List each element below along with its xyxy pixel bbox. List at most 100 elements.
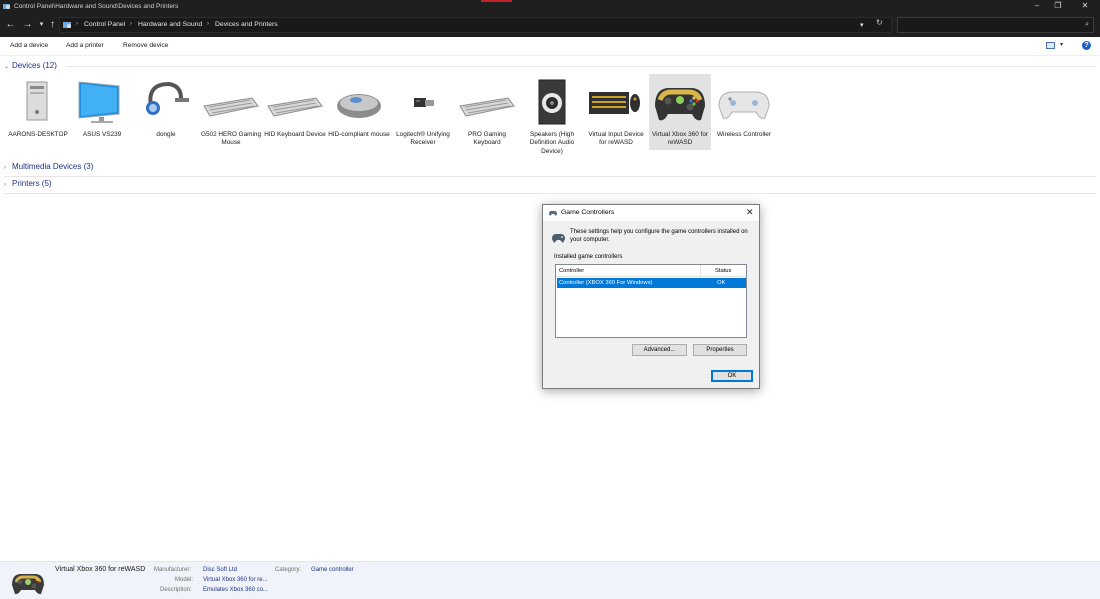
title-accent-bar (481, 0, 512, 2)
device-label: HID-compliant mouse (328, 131, 390, 138)
up-button[interactable]: ↑ (47, 19, 58, 30)
device-tile[interactable]: Wireless Controller (713, 74, 775, 150)
dialog-description: These settings help you configure the ga… (570, 229, 748, 243)
view-options-dropdown[interactable]: ▾ (1060, 41, 1063, 48)
installed-controllers-label: Installed game controllers (554, 254, 623, 260)
column-header-status[interactable]: Status (700, 265, 746, 277)
dialog-title: Game Controllers (561, 209, 615, 216)
device-label: HID Keyboard Device (264, 131, 326, 138)
command-bar: Add a device Add a printer Remove device… (0, 37, 1100, 56)
add-device-button[interactable]: Add a device (10, 42, 48, 49)
control-panel-icon (3, 4, 10, 9)
group-divider (4, 193, 1096, 194)
change-view-icon[interactable] (1046, 42, 1055, 49)
xbox-controller-icon (655, 88, 705, 121)
monitor-icon (78, 81, 120, 123)
remove-device-button[interactable]: Remove device (123, 42, 168, 49)
usb-receiver-icon (414, 98, 434, 107)
forward-button[interactable]: → (22, 19, 33, 30)
list-item[interactable]: Controller (XBOX 360 For Windows) OK (557, 278, 746, 288)
recent-locations-button[interactable]: ▾ (36, 19, 47, 30)
computer-tower-icon (26, 81, 48, 121)
group-multimedia-header[interactable]: › Multimedia Devices (3) (4, 162, 93, 171)
chevron-right-icon: › (4, 182, 6, 188)
manufacturer-label: Manufacturer: (154, 567, 192, 573)
device-label: Logitech® Unifying Receiver (396, 131, 450, 147)
device-tile[interactable]: Virtual Input Device for reWASD (585, 74, 647, 150)
group-divider (4, 176, 1096, 177)
device-label: Speakers (High Definition Audio Device) (529, 131, 575, 155)
keyboard-icon (203, 97, 259, 117)
dialog-close-button[interactable]: ✕ (746, 207, 754, 218)
mouse-icon (337, 94, 381, 118)
advanced-button[interactable]: Advanced... (632, 344, 687, 356)
breadcrumb-devices-and-printers[interactable]: Devices and Printers (215, 21, 278, 28)
device-tile[interactable]: ASUS VS239 (71, 74, 133, 150)
device-tile[interactable]: Virtual Xbox 360 for reWASD (649, 74, 711, 150)
model-label: Model: (175, 577, 194, 583)
selected-device-name: Virtual Xbox 360 for reWASD (55, 566, 146, 573)
column-header-controller[interactable]: Controller (559, 268, 584, 274)
device-label: PRO Gaming Keyboard (467, 131, 506, 147)
device-label: Virtual Xbox 360 for reWASD (651, 131, 708, 147)
controller-name: Controller (XBOX 360 For Windows) (559, 279, 653, 286)
breadcrumb-separator: › (130, 21, 132, 27)
address-dropdown-button[interactable]: ▾ (860, 21, 863, 29)
xbox-controller-icon (12, 574, 44, 595)
description-label: Description: (160, 587, 192, 593)
details-pane: Virtual Xbox 360 for reWASD Manufacturer… (0, 561, 1100, 599)
device-label: Wireless Controller (717, 131, 771, 138)
device-tile[interactable]: G502 HERO Gaming Mouse (200, 74, 262, 150)
breadcrumb-separator: › (76, 21, 78, 27)
group-printers-label: Printers (5) (12, 179, 52, 188)
device-label: Virtual Input Device for reWASD (588, 131, 644, 147)
refresh-button[interactable]: ↻ (876, 18, 883, 27)
keyboard-mouse-icon (589, 92, 640, 114)
title-bar: Control Panel\Hardware and Sound\Devices… (0, 0, 1100, 13)
breadcrumb-control-panel[interactable]: Control Panel (84, 21, 125, 28)
address-toolbar: ← → ▾ ↑ › Control Panel › Hardware and S… (0, 13, 1100, 37)
restore-button[interactable]: ❐ (1051, 1, 1065, 12)
device-tile[interactable]: PRO Gaming Keyboard (456, 74, 518, 150)
window-title: Control Panel\Hardware and Sound\Devices… (14, 3, 179, 10)
properties-button[interactable]: Properties (693, 344, 747, 356)
device-tile[interactable]: Speakers (High Definition Audio Device) (521, 74, 583, 155)
device-tile[interactable]: AARONS-DESKTOP (7, 74, 69, 150)
control-panel-icon (63, 22, 71, 28)
breadcrumb-hardware-and-sound[interactable]: Hardware and Sound (138, 21, 202, 28)
back-button[interactable]: ← (5, 19, 16, 30)
search-icon: ⌕ (1085, 21, 1089, 28)
keyboard-icon (267, 97, 323, 117)
breadcrumb[interactable]: › Control Panel › Hardware and Sound › D… (59, 17, 892, 33)
chevron-down-icon: ⌄ (4, 64, 10, 70)
dialog-title-bar[interactable]: Game Controllers ✕ (543, 205, 759, 221)
device-tile[interactable]: HID Keyboard Device (264, 74, 326, 150)
help-icon[interactable]: ? (1082, 41, 1091, 50)
game-controller-icon (552, 234, 565, 243)
minimize-button[interactable]: – (1030, 1, 1044, 12)
ok-button[interactable]: OK (711, 370, 753, 382)
list-header: Controller Status (556, 265, 746, 277)
chevron-right-icon: › (4, 165, 6, 171)
controllers-list[interactable]: Controller Status Controller (XBOX 360 F… (555, 264, 747, 338)
controller-status: OK (717, 279, 726, 286)
group-divider (66, 66, 1096, 67)
keyboard-icon (459, 97, 515, 117)
device-label: dongle (156, 131, 176, 138)
group-printers-header[interactable]: › Printers (5) (4, 179, 52, 188)
device-label: AARONS-DESKTOP (8, 131, 68, 138)
device-tile[interactable]: HID-compliant mouse (328, 74, 390, 150)
game-controller-icon (549, 211, 557, 216)
group-devices-header[interactable]: ⌄ Devices (12) (4, 61, 57, 70)
add-printer-button[interactable]: Add a printer (66, 42, 104, 49)
close-button[interactable]: ✕ (1078, 1, 1092, 12)
breadcrumb-separator: › (207, 21, 209, 27)
device-label: ASUS VS239 (82, 131, 122, 138)
description-value: Emulates Xbox 360 co... (203, 587, 269, 593)
search-input[interactable]: ⌕ (897, 17, 1094, 33)
device-tile[interactable]: dongle (135, 74, 197, 150)
category-value: Game controller (311, 567, 354, 573)
gamepad-icon (718, 91, 770, 119)
group-multimedia-label: Multimedia Devices (3) (12, 162, 94, 171)
device-tile[interactable]: Logitech® Unifying Receiver (392, 74, 454, 150)
